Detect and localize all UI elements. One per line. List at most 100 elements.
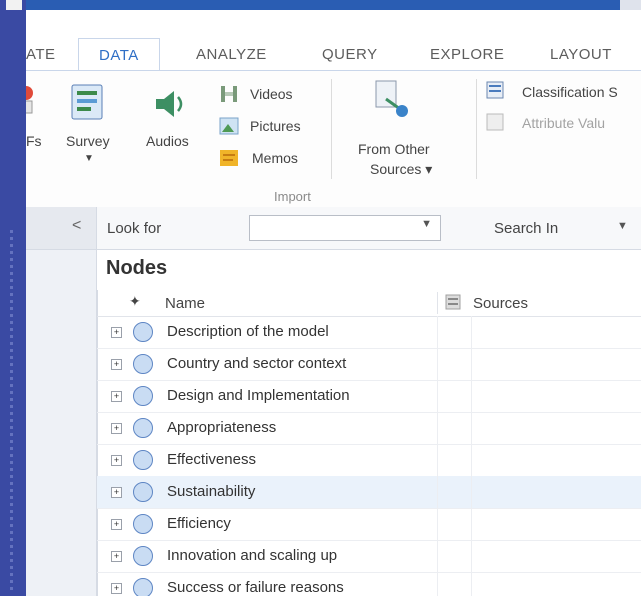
- expand-icon[interactable]: +: [111, 359, 122, 370]
- row-column-separator: [437, 444, 438, 476]
- pdf-icon[interactable]: [26, 81, 38, 117]
- row-column-separator: [471, 380, 472, 412]
- from-other-sources-line2[interactable]: Sources ▾: [370, 161, 432, 178]
- tab-explore[interactable]: EXPLORE: [430, 46, 504, 63]
- row-column-separator: [471, 412, 472, 444]
- row-column-separator: [471, 348, 472, 380]
- row-column-separator: [437, 572, 438, 596]
- node-label: Design and Implementation: [167, 387, 350, 404]
- strip-dotted-line: [10, 230, 13, 590]
- expand-icon[interactable]: +: [111, 551, 122, 562]
- ribbon-separator: [331, 79, 332, 179]
- audio-speaker-icon[interactable]: [152, 87, 188, 121]
- memos-button[interactable]: Memos: [252, 150, 298, 166]
- tab-layout[interactable]: LAYOUT: [550, 46, 612, 63]
- classification-sheet-icon[interactable]: [486, 81, 504, 99]
- tab-create[interactable]: ATE: [26, 46, 56, 63]
- pictures-button[interactable]: Pictures: [250, 118, 301, 134]
- node-label: Efficiency: [167, 515, 231, 532]
- node-row[interactable]: + Effectiveness: [97, 444, 641, 477]
- node-row[interactable]: + Country and sector context: [97, 348, 641, 381]
- tab-query[interactable]: QUERY: [322, 46, 378, 63]
- sources-column-icon: [445, 294, 461, 310]
- expand-icon[interactable]: +: [111, 327, 122, 338]
- row-column-separator: [471, 572, 472, 596]
- row-column-separator: [437, 540, 438, 572]
- node-row[interactable]: + Description of the model: [97, 316, 641, 349]
- row-column-separator: [471, 444, 472, 476]
- import-group-label: Import: [274, 189, 311, 204]
- node-label: Effectiveness: [167, 451, 256, 468]
- node-circle-icon: [133, 578, 153, 596]
- nodes-list-header: ✦ Name Sources: [97, 290, 641, 317]
- navigation-pane: <: [26, 207, 97, 596]
- expand-icon[interactable]: +: [111, 519, 122, 530]
- row-column-separator: [471, 540, 472, 572]
- ribbon-tabs: ATE DATA ANALYZE QUERY EXPLORE LAYOUT: [26, 36, 641, 75]
- survey-icon[interactable]: [70, 83, 106, 123]
- row-column-separator: [471, 476, 472, 508]
- row-column-separator: [437, 508, 438, 540]
- survey-dropdown-arrow[interactable]: ▼: [84, 153, 94, 164]
- sources-column-header[interactable]: Sources: [473, 295, 528, 312]
- node-row[interactable]: + Efficiency: [97, 508, 641, 541]
- from-other-sources-line1[interactable]: From Other: [358, 141, 430, 157]
- expand-icon[interactable]: +: [111, 487, 122, 498]
- node-label: Appropriateness: [167, 419, 277, 436]
- node-label: Innovation and scaling up: [167, 547, 338, 564]
- node-circle-icon: [133, 482, 153, 502]
- ribbon-separator-2: [476, 79, 477, 179]
- videos-button[interactable]: Videos: [250, 86, 293, 102]
- collapse-nav-button[interactable]: <: [72, 217, 81, 235]
- row-column-separator: [437, 316, 438, 348]
- node-label: Description of the model: [167, 323, 329, 340]
- look-for-input[interactable]: ▼: [249, 215, 441, 241]
- memo-icon[interactable]: [218, 147, 240, 169]
- node-row[interactable]: + Sustainability: [97, 476, 641, 509]
- row-column-separator: [437, 380, 438, 412]
- node-circle-icon: [133, 450, 153, 470]
- attribute-values-button: Attribute Valu: [522, 115, 606, 131]
- window-top-bar: [0, 0, 641, 10]
- find-bar: Look for ▼ Search In ▼: [97, 207, 641, 250]
- node-label: Sustainability: [167, 483, 256, 500]
- row-column-separator: [471, 508, 472, 540]
- column-separator[interactable]: [437, 292, 438, 314]
- node-circle-icon: [133, 546, 153, 566]
- classification-sheets-button[interactable]: Classification S: [522, 84, 618, 100]
- name-column-header[interactable]: Name: [165, 295, 205, 312]
- expand-icon[interactable]: +: [111, 423, 122, 434]
- attribute-values-icon: [486, 113, 504, 131]
- row-column-separator: [471, 316, 472, 348]
- strip-notch: [6, 0, 22, 10]
- expand-icon[interactable]: +: [111, 583, 122, 594]
- nodes-list: ✦ Name Sources + Description of the model…: [97, 290, 641, 596]
- nvivo-window: ATE DATA ANALYZE QUERY EXPLORE LAYOUT Fs…: [26, 10, 641, 596]
- survey-button[interactable]: Survey: [66, 133, 110, 149]
- node-row[interactable]: + Innovation and scaling up: [97, 540, 641, 573]
- pin-icon[interactable]: ✦: [129, 293, 141, 310]
- left-window-strip: [0, 0, 26, 596]
- picture-icon[interactable]: [218, 115, 240, 137]
- look-for-dropdown-icon[interactable]: ▼: [421, 218, 432, 230]
- node-row[interactable]: + Design and Implementation: [97, 380, 641, 413]
- search-in-button[interactable]: Search In: [494, 220, 558, 237]
- audios-button[interactable]: Audios: [146, 133, 189, 149]
- node-row[interactable]: + Success or failure reasons: [97, 572, 641, 596]
- tab-analyze[interactable]: ANALYZE: [196, 46, 267, 63]
- external-source-icon[interactable]: [372, 79, 412, 121]
- node-circle-icon: [133, 386, 153, 406]
- nodes-title: Nodes: [106, 257, 168, 279]
- node-row[interactable]: + Appropriateness: [97, 412, 641, 445]
- video-icon[interactable]: [218, 83, 240, 105]
- node-circle-icon: [133, 514, 153, 534]
- node-circle-icon: [133, 354, 153, 374]
- search-in-dropdown-icon[interactable]: ▼: [617, 220, 628, 232]
- pdfs-button-label[interactable]: Fs: [26, 133, 42, 149]
- ribbon-data-panel: Fs Survey ▼ Audios Videos Pictures Memos…: [26, 71, 641, 207]
- node-circle-icon: [133, 322, 153, 342]
- expand-icon[interactable]: +: [111, 455, 122, 466]
- nav-header: [26, 207, 96, 250]
- expand-icon[interactable]: +: [111, 391, 122, 402]
- window-top-gap: [620, 0, 641, 10]
